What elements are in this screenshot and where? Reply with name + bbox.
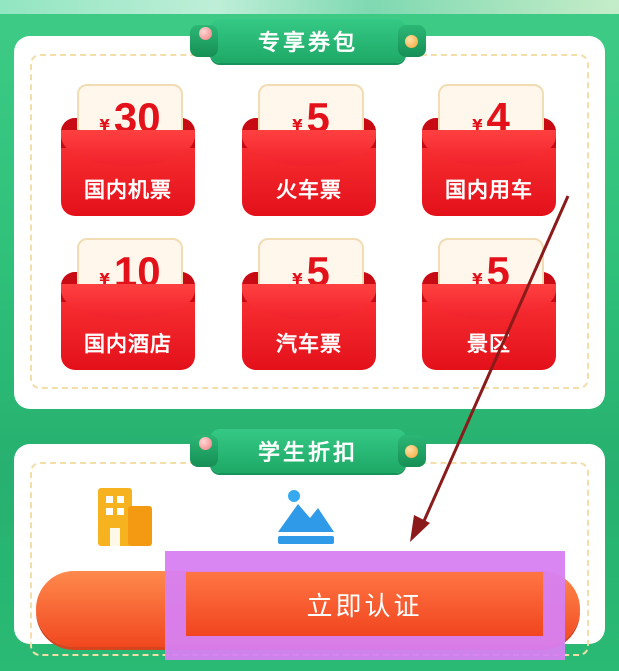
ribbon-dot-icon — [405, 445, 418, 458]
coupon-label: 国内用车 — [445, 178, 533, 202]
ribbon-dot-icon — [199, 27, 212, 40]
coupon-bus-ticket[interactable]: ¥ 5 汽车票 — [242, 236, 376, 372]
ribbon-dot-icon — [199, 437, 212, 450]
coupon-label: 景区 — [467, 332, 511, 356]
building-icon[interactable] — [98, 488, 152, 546]
ribbon-dot-icon — [405, 35, 418, 48]
coupon-domestic-car[interactable]: ¥ 4 国内用车 — [422, 82, 556, 218]
coupon-scenic-area[interactable]: ¥ 5 景区 — [422, 236, 556, 372]
coupon-label: 国内酒店 — [84, 332, 172, 356]
coupon-label: 汽车票 — [276, 332, 342, 356]
verify-now-button[interactable]: 立即认证 — [186, 572, 543, 636]
coupon-label: 火车票 — [276, 178, 342, 202]
coupon-domestic-hotel[interactable]: ¥ 10 国内酒店 — [61, 236, 195, 372]
coupon-pack-title: 专享券包 — [190, 19, 426, 63]
mountain-icon[interactable] — [276, 488, 336, 546]
coupon-domestic-flight[interactable]: ¥ 30 国内机票 — [61, 82, 195, 218]
top-banner-decoration — [0, 0, 619, 14]
student-discount-title: 学生折扣 — [190, 429, 426, 473]
coupon-label: 国内机票 — [84, 178, 172, 202]
coupon-train-ticket[interactable]: ¥ 5 火车票 — [242, 82, 376, 218]
